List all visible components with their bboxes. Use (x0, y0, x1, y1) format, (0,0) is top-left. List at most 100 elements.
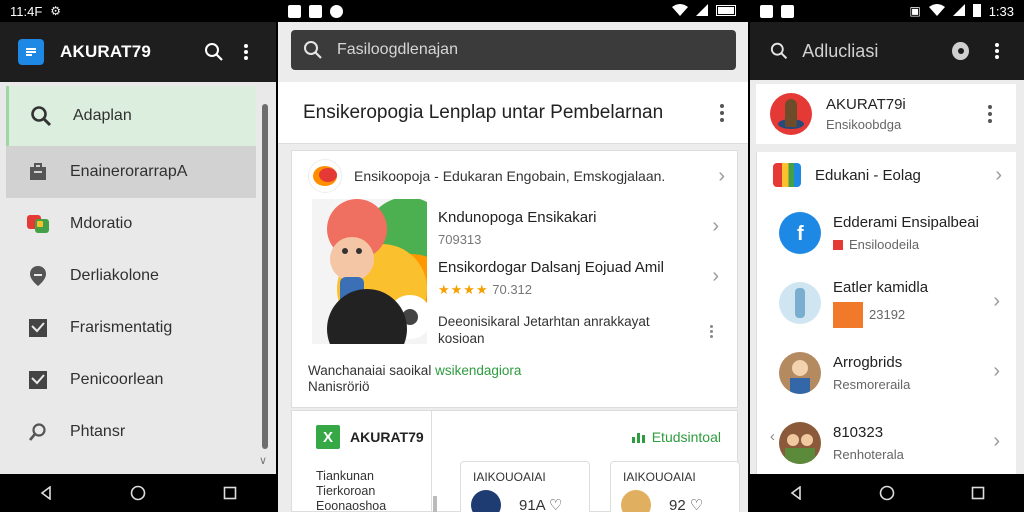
item-subtitle: Renhoterala (833, 447, 904, 462)
wifi-icon (928, 3, 945, 19)
profile-name: AKURAT79i (826, 96, 906, 113)
drawer-item-3[interactable]: Derliakolone (6, 250, 256, 302)
more-vert-icon[interactable] (710, 101, 734, 125)
middle-screen: Ensikeropogia Lenplap untar Pembelarnan … (278, 0, 748, 512)
drawer-item-5[interactable]: Penicoorlean (6, 354, 256, 406)
list-item[interactable]: Deeonisikaral Jetarhtan anrakkayat kosio… (438, 313, 727, 347)
list-header-title: Edukani - Eolag (815, 166, 921, 184)
search-input[interactable] (337, 41, 717, 59)
list-item[interactable]: 810323 Renhoterala › (757, 408, 1016, 478)
recents-button[interactable] (215, 478, 245, 508)
footer-text: Wanchanaiai saoikal (308, 363, 432, 378)
more-vert-icon (995, 43, 1000, 59)
drawer-item-4[interactable]: Frarismentatig (6, 302, 256, 354)
list-header[interactable]: Edukani - Eolag › (757, 152, 1016, 198)
card-footer: Wanchanaiai saoikal wsikendagiora Nanisr… (308, 363, 521, 395)
list-item[interactable]: Ensikordogar Dalsanj Eojuad Amil ★★★★ 70… (438, 259, 727, 309)
avatar (770, 93, 812, 135)
drawer-item-1[interactable]: EnainerorarrapА (6, 146, 256, 198)
search-icon (304, 41, 322, 59)
drawer-item-6[interactable]: Phtansr (6, 406, 256, 458)
mini-card-label: IAIKOUOAIAI (623, 470, 696, 484)
overflow-menu-button[interactable] (230, 36, 262, 68)
recents-square-icon (972, 486, 985, 500)
record-button[interactable] (952, 42, 969, 60)
battery-icon (972, 3, 981, 20)
list-item[interactable]: Eatler kamidla 23192 › (757, 268, 1016, 338)
recents-square-icon (223, 486, 237, 500)
status-time: 11:4F (10, 3, 43, 19)
home-circle-icon (130, 485, 146, 501)
scrollbar[interactable] (262, 104, 268, 449)
home-button[interactable] (872, 478, 902, 508)
notification-icon (330, 4, 343, 18)
item-title: 810323 (833, 424, 884, 441)
brand-logo-icon (308, 159, 342, 193)
item-title: Edderami Ensipalbeai (833, 214, 979, 231)
status-bar: ▣ 1:33 (750, 0, 1024, 22)
item-title: Eatler kamidla (833, 278, 929, 296)
recents-button[interactable] (963, 478, 993, 508)
card-header[interactable]: Ensikoopoja - Edukaran Engobain, Emskogj… (292, 151, 737, 201)
profile-header[interactable]: AKURAT79i Ensikoobdga (756, 84, 1016, 144)
search-icon (205, 43, 223, 61)
mini-card[interactable]: IAIKOUOAIAI 91A ♡ (460, 461, 590, 512)
chevron-left-icon[interactable]: ‹ (770, 428, 775, 445)
avatar (621, 490, 651, 512)
item-text-line2: kosioan (438, 331, 485, 346)
signal-icon (952, 3, 965, 19)
footer-link[interactable]: wsikendagiora (435, 363, 521, 378)
chevron-right-icon: › (995, 163, 1002, 186)
chevron-right-icon: › (718, 164, 725, 187)
chevron-right-icon: › (993, 360, 1000, 382)
app-bar: AKURAT79 (0, 22, 276, 82)
thumbnail-icon (833, 301, 863, 328)
mini-card-value: 92 ♡ (669, 497, 704, 512)
search-bar[interactable] (291, 30, 736, 70)
scroll-down-icon[interactable]: ∨ (259, 454, 267, 467)
drawer-item-2[interactable]: Mdoratio (6, 198, 256, 250)
search-button[interactable] (198, 36, 230, 68)
drawer-item-label: Penicoorlean (70, 371, 164, 388)
tag-icon (833, 239, 843, 250)
trending-label: Etudsintoal (651, 429, 721, 445)
search-input[interactable] (802, 40, 953, 62)
overflow-menu-button[interactable] (983, 35, 1012, 67)
signal-icon (696, 3, 708, 19)
item-text-line1: Deeonisikaral Jetarhtan anrakkayat (438, 314, 650, 329)
card-header-text: Ensikoopoja - Edukaran Engobain, Emskogj… (354, 168, 666, 184)
avatar (779, 352, 821, 394)
section-header: Ensikeropogia Lenplap untar Pembelarnan (278, 82, 748, 144)
scrollbar[interactable] (433, 496, 437, 512)
more-vert-icon[interactable] (978, 102, 1002, 126)
section-title: Ensikeropogia Lenplap untar Pembelarnan (303, 101, 664, 123)
more-vert-icon (244, 44, 248, 60)
back-triangle-icon (790, 486, 801, 500)
list-item[interactable]: Kndunopoga Ensikakari 709313 › (438, 209, 727, 259)
x-logo-icon: X (316, 425, 340, 449)
facebook-icon: f (779, 212, 821, 254)
briefcase-icon (26, 160, 50, 184)
item-subtitle: 23192 (869, 307, 906, 322)
drawer-item-label: Frarismentatig (70, 319, 173, 336)
more-vert-icon[interactable] (710, 325, 713, 338)
list-item[interactable]: Arrogbrids Resmoreraila › (757, 338, 1016, 408)
drawer-item-label: Mdoratio (70, 215, 133, 232)
mini-card[interactable]: IAIKOUOAIAI 92 ♡ (610, 461, 740, 512)
check-box-icon (26, 316, 50, 340)
back-button[interactable] (781, 478, 811, 508)
chevron-right-icon: › (993, 290, 1000, 312)
notification-icon (760, 4, 773, 18)
trending-link[interactable]: Etudsintoal (631, 429, 721, 445)
search-bar[interactable] (750, 22, 1024, 80)
home-button[interactable] (123, 478, 153, 508)
profile-subtitle: Ensikoobdga (826, 117, 902, 132)
drawer-item-0[interactable]: Adaplan (6, 86, 256, 146)
back-button[interactable] (31, 478, 61, 508)
list-item[interactable]: f Edderami Ensipalbeai Ensiloodeila (757, 198, 1016, 268)
item-subtitle: 709313 (438, 232, 482, 247)
brand-name: AKURAT79 (350, 429, 424, 445)
search-icon (29, 104, 53, 128)
content-list: Edukani - Eolag › f Edderami Ensipalbeai… (756, 152, 1016, 476)
drawer-item-label: EnainerorarrapА (70, 163, 188, 180)
